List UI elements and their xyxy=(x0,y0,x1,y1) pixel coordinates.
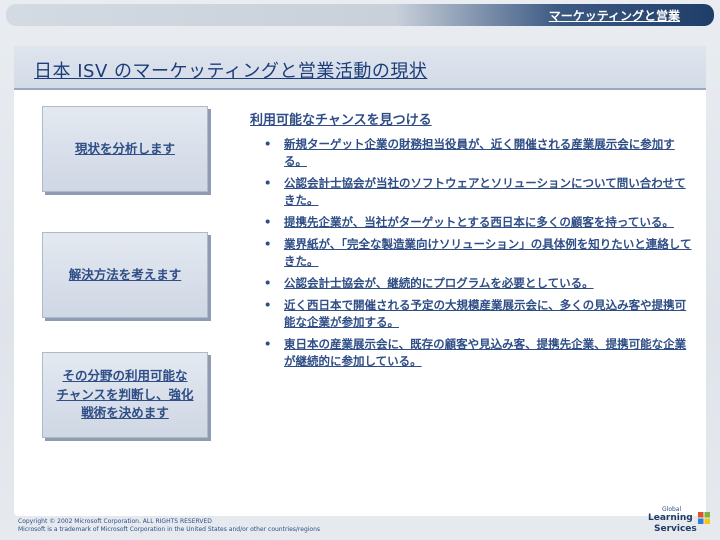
step-box-decide: その分野の利用可能な チャンスを判断し、強化 戦術を決めます xyxy=(42,352,208,438)
header-title: マーケッティングと営業 xyxy=(548,9,680,23)
header-bar: マーケッティングと営業 xyxy=(6,4,714,26)
list-item: • 東日本の産業展示会に、既存の顧客や見込み客、提携先企業、提携可能な企業が継続的… xyxy=(264,337,687,368)
bullet-icon: • xyxy=(264,298,272,312)
logo-text-small: Global xyxy=(662,506,682,513)
step-label: その分野の利用可能な チャンスを判断し、強化 戦術を決めます xyxy=(56,367,194,421)
logo-text-line1: Learning xyxy=(648,513,693,523)
bullet-icon: • xyxy=(264,276,272,290)
list-item: • 新規ターゲット企業の財務担当役員が、近く開催される産業展示会に参加する。 xyxy=(264,137,675,168)
list-item: • 公認会計士協会が、継続的にプログラムを必要としている。 xyxy=(264,276,594,290)
section-heading: 利用可能なチャンスを見つける xyxy=(250,113,432,128)
global-learning-services-logo: Global Learning Services xyxy=(640,506,714,538)
copyright-line: Copyright © 2002 Microsoft Corporation. … xyxy=(18,518,212,525)
slide-content: 日本 ISV のマーケッティングと営業活動の現状 現状を分析します 解決方法を考… xyxy=(14,46,706,516)
step-label: 現状を分析します xyxy=(74,140,175,156)
step-box-solve: 解決方法を考えます xyxy=(42,232,208,318)
trademark-line: Microsoft is a trademark of Microsoft Co… xyxy=(18,526,321,533)
list-item: • 公認会計士協会が当社のソフトウェアとソリューションについて問い合わせてきた。 xyxy=(264,176,686,207)
page-title: 日本 ISV のマーケッティングと営業活動の現状 xyxy=(34,61,428,82)
title-bar: 日本 ISV のマーケッティングと営業活動の現状 xyxy=(14,46,706,90)
list-item: • 業界紙が、「完全な製造業向けソリューション」の具体例を知りたいと連絡してきた。 xyxy=(264,237,692,268)
copyright-footer: Copyright © 2002 Microsoft Corporation. … xyxy=(18,518,320,534)
bullet-icon: • xyxy=(264,337,272,351)
step-label: 解決方法を考えます xyxy=(68,266,182,282)
step-box-analyze: 現状を分析します xyxy=(42,106,208,192)
bullet-icon: • xyxy=(264,215,272,229)
windows-flag-icon xyxy=(698,512,710,524)
bullet-list: • 新規ターゲット企業の財務担当役員が、近く開催される産業展示会に参加する。 • 公… xyxy=(264,136,694,375)
bullet-icon: • xyxy=(264,237,272,251)
bullet-icon: • xyxy=(264,176,272,190)
list-item: • 提携先企業が、当社がターゲットとする西日本に多くの顧客を持っている。 xyxy=(264,215,674,229)
list-item: • 近く西日本で開催される予定の大規模産業展示会に、多くの見込み客や提携可能な企業… xyxy=(264,298,687,329)
logo-text-line2: Services xyxy=(654,524,697,534)
bullet-icon: • xyxy=(264,137,272,151)
